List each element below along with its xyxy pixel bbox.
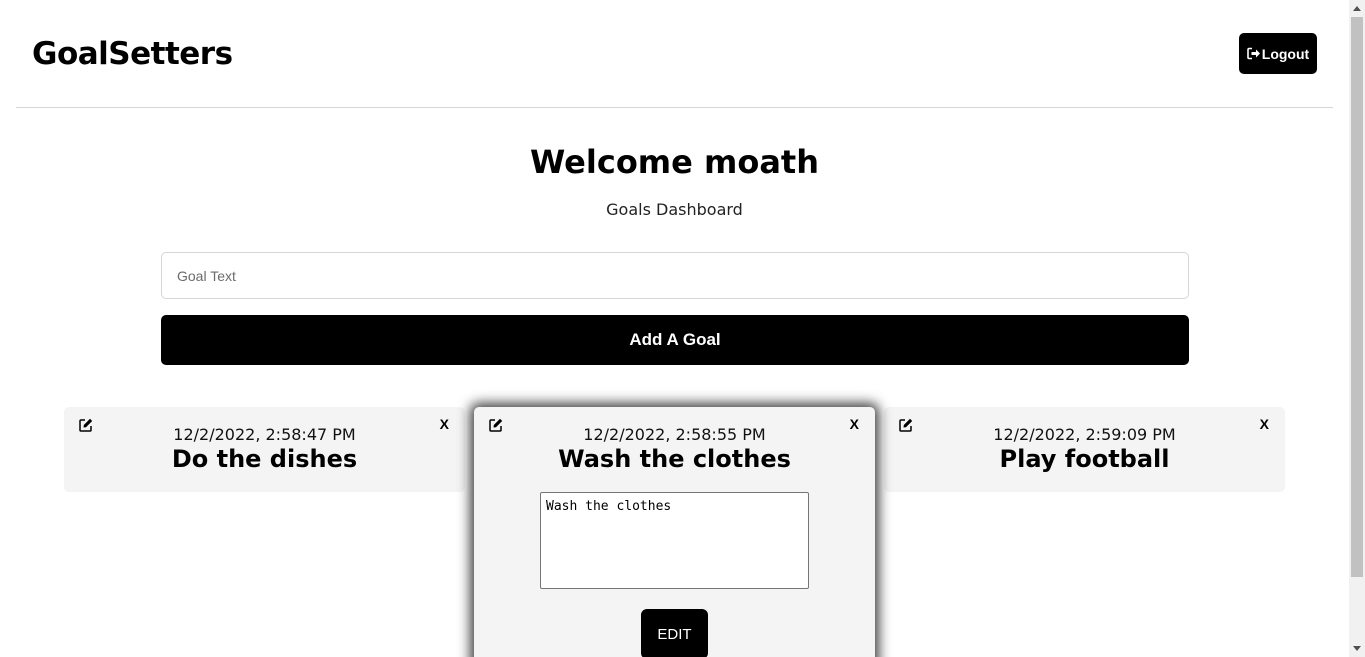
dashboard-subtitle: Goals Dashboard bbox=[606, 200, 743, 219]
goal-text: Play football bbox=[999, 445, 1170, 473]
goal-text: Wash the clothes bbox=[558, 445, 791, 473]
goal-card-editing: X 12/2/2022, 2:58:55 PM Wash the clothes… bbox=[474, 407, 875, 657]
sign-out-icon bbox=[1246, 47, 1260, 60]
goal-date: 12/2/2022, 2:59:09 PM bbox=[993, 425, 1176, 444]
goal-card: X 12/2/2022, 2:58:47 PM Do the dishes bbox=[64, 407, 465, 492]
welcome-heading: Welcome moath bbox=[530, 143, 819, 181]
goal-text: Do the dishes bbox=[171, 445, 358, 473]
vertical-scrollbar[interactable] bbox=[1349, 0, 1365, 657]
goal-card: X 12/2/2022, 2:59:09 PM Play football bbox=[884, 407, 1285, 492]
logo[interactable]: GoalSetters bbox=[32, 36, 233, 72]
scrollbar-thumb[interactable] bbox=[1351, 17, 1363, 577]
goal-date: 12/2/2022, 2:58:55 PM bbox=[583, 425, 766, 444]
scroll-down-arrow-icon[interactable] bbox=[1349, 640, 1365, 657]
add-goal-button[interactable]: Add A Goal bbox=[161, 315, 1189, 365]
logout-button[interactable]: Logout bbox=[1239, 33, 1317, 74]
scroll-up-arrow-icon[interactable] bbox=[1349, 0, 1365, 17]
edit-goal-textarea[interactable] bbox=[540, 492, 809, 589]
logout-label: Logout bbox=[1261, 45, 1310, 62]
goal-date: 12/2/2022, 2:58:47 PM bbox=[173, 425, 356, 444]
edit-submit-button[interactable]: EDIT bbox=[641, 609, 708, 657]
goal-text-input[interactable] bbox=[161, 252, 1189, 299]
header: GoalSetters Logout bbox=[16, 0, 1333, 108]
page: GoalSetters Logout Welcome moath Goals D… bbox=[0, 0, 1349, 657]
